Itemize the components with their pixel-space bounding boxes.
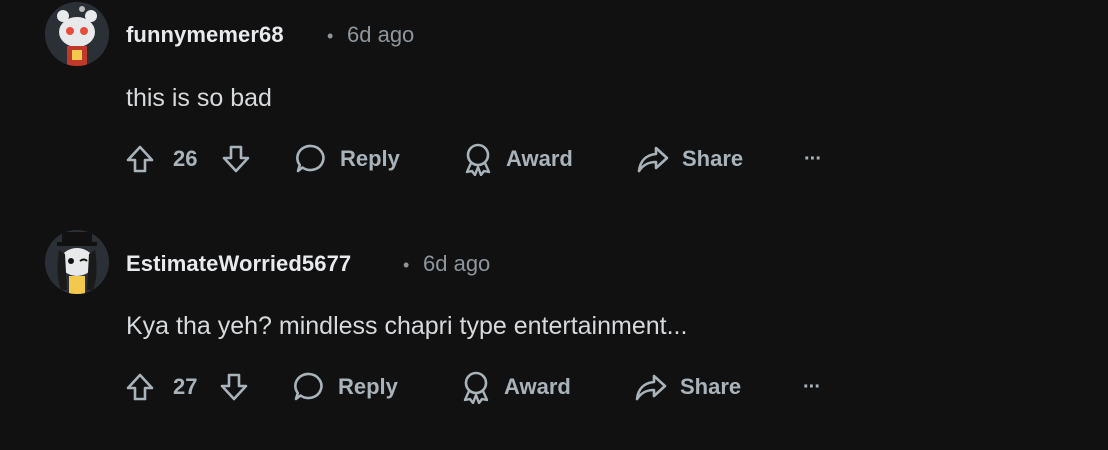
award-button[interactable]: Award: [460, 367, 571, 407]
separator-dot: •: [403, 255, 410, 275]
comment-body: Kya tha yeh? mindless chapri type entert…: [126, 312, 688, 340]
award-button[interactable]: Award: [462, 139, 573, 179]
comment-bubble-icon: [296, 144, 325, 173]
vote-count: 27: [173, 374, 198, 399]
share-button[interactable]: Share: [636, 139, 743, 179]
award-label: Award: [504, 374, 571, 399]
downvote-icon[interactable]: [220, 143, 252, 180]
share-icon: [635, 374, 667, 401]
more-icon: ···: [803, 375, 821, 398]
separator-dot: •: [327, 26, 334, 46]
downvote-icon[interactable]: [218, 371, 250, 408]
username[interactable]: EstimateWorried5677: [126, 251, 351, 277]
timestamp[interactable]: 6d ago: [423, 251, 490, 277]
reply-button[interactable]: Reply: [292, 367, 398, 407]
comment-bubble-icon: [294, 372, 323, 401]
share-label: Share: [682, 146, 744, 171]
upvote-icon[interactable]: [124, 143, 156, 180]
reply-button[interactable]: Reply: [294, 139, 400, 179]
award-icon: [463, 371, 489, 404]
snoo-avatar-icon: [45, 230, 109, 294]
award-icon: [465, 143, 491, 176]
more-options-button[interactable]: ···: [804, 139, 822, 179]
vote-count: 26: [173, 146, 198, 171]
share-button[interactable]: Share: [634, 367, 741, 407]
avatar[interactable]: [45, 2, 109, 66]
snoo-avatar-icon: [45, 2, 109, 66]
more-icon: ···: [804, 147, 822, 170]
comment-body: this is so bad: [126, 84, 272, 112]
reply-label: Reply: [340, 146, 400, 171]
share-icon: [637, 146, 669, 173]
timestamp[interactable]: 6d ago: [347, 22, 414, 48]
avatar[interactable]: [45, 230, 109, 294]
username[interactable]: funnymemer68: [126, 22, 284, 48]
upvote-icon[interactable]: [124, 371, 156, 408]
more-options-button[interactable]: ···: [803, 367, 821, 407]
reply-label: Reply: [338, 374, 398, 399]
award-label: Award: [506, 146, 573, 171]
share-label: Share: [680, 374, 742, 399]
